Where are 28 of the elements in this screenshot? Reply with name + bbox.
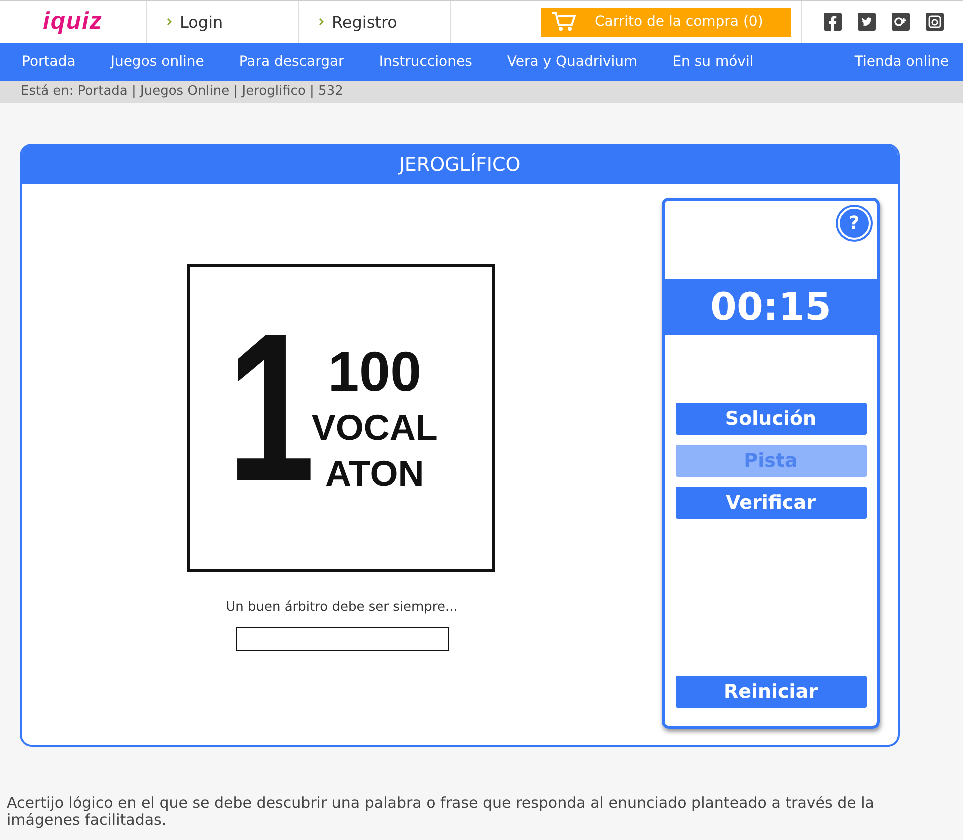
chevron-icon (319, 18, 324, 26)
nav-item[interactable]: Portada (22, 54, 76, 70)
timer: 00:15 (665, 279, 877, 335)
answer-field[interactable] (236, 627, 448, 651)
reset-button[interactable]: Reiniciar (676, 676, 866, 708)
google-plus-icon[interactable] (892, 13, 910, 31)
help-button[interactable]: ? (838, 207, 871, 240)
top-link[interactable]: Registro (332, 12, 398, 32)
twitter-icon[interactable] (858, 13, 876, 31)
nav-item[interactable]: Juegos online (110, 54, 204, 70)
clue-text: Un buen árbitro debe ser siempre... (226, 600, 458, 615)
facebook-icon[interactable] (824, 13, 842, 31)
nav-item[interactable]: Vera y Quadrivium (507, 54, 638, 70)
nav-item[interactable]: En su móvil (672, 54, 754, 70)
action-button[interactable]: Verificar (676, 487, 866, 519)
chevron-icon (167, 18, 172, 26)
cart-icon (551, 11, 577, 33)
puzzle-text: ATON (326, 456, 424, 492)
top-link[interactable]: Login (180, 12, 224, 32)
instagram-icon[interactable] (926, 13, 944, 31)
nav-item[interactable]: Instrucciones (379, 54, 472, 70)
game-title: JEROGLÍFICO (22, 146, 898, 184)
action-button[interactable]: Solución (676, 403, 866, 435)
description-text: Acertijo lógico en el que se debe descubrir una palabra o frase que responda al enunciado planteado a través de la imágenes facilitadas. (7, 795, 876, 829)
nav-item[interactable]: Tienda online (854, 54, 949, 70)
breadcrumb: Está en: Portada | Juegos Online | Jeroglifico | 532 (0, 81, 963, 103)
puzzle-text: 100 (328, 344, 422, 400)
nav-item[interactable]: Para descargar (239, 54, 344, 70)
